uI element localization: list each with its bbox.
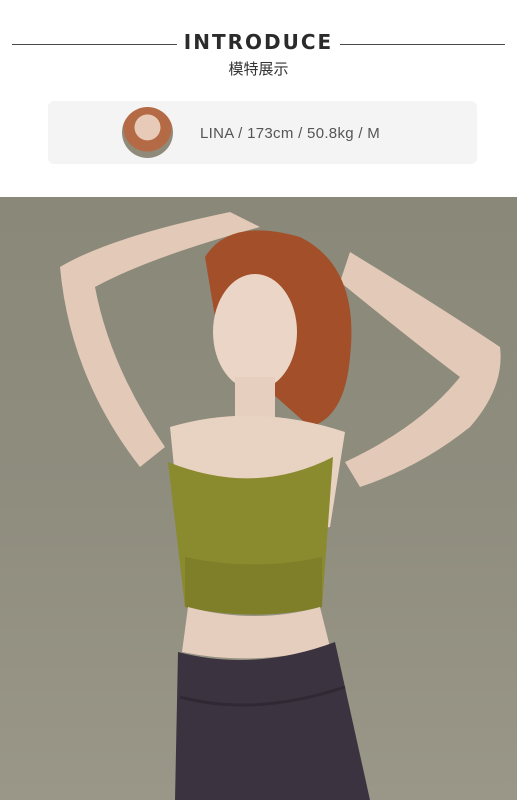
model-avatar	[122, 107, 173, 158]
model-photo	[0, 197, 517, 800]
divider-right	[340, 44, 505, 45]
section-subtitle: 模特展示	[228, 60, 289, 78]
section-title: INTRODUCE	[183, 30, 334, 54]
model-illustration	[60, 212, 501, 800]
intro-header: INTRODUCE 模特展示	[0, 0, 517, 100]
model-info-card: LINA / 173cm / 50.8kg / M	[48, 101, 477, 164]
model-stats: LINA / 173cm / 50.8kg / M	[200, 125, 381, 142]
